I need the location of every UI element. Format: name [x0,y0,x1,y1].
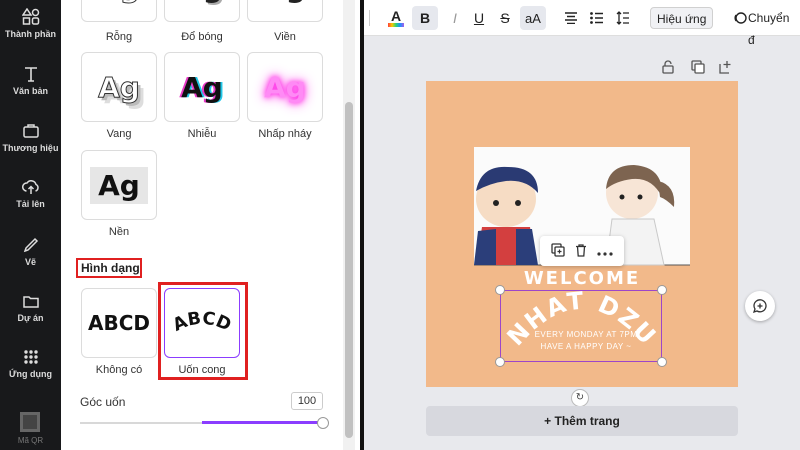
effect-preview: Ag [264,70,306,104]
case-button[interactable]: aA [520,6,546,30]
qr-code-icon[interactable] [20,412,40,432]
effect-preview: Ag [98,0,141,4]
effect-tile-outline[interactable]: Ag [247,0,323,22]
more-options-icon[interactable] [597,243,613,259]
sidebar-item-label: Ứng dụng [9,369,52,379]
effect-preview: Ag [90,166,148,204]
curve-slider-fill [202,421,322,424]
resize-handle-br[interactable] [657,357,667,367]
comment-button[interactable] [745,291,775,321]
panel-scrollbar[interactable] [343,0,355,450]
sidebar-item-label: Vẽ [24,257,36,267]
sidebar-item-label: Dự án [17,313,44,323]
sidebar-item-elements[interactable]: Thành phần [0,8,61,39]
font-color-letter: A [390,8,402,24]
shape-tile-none[interactable]: ABCD [81,288,157,358]
effect-label: Nhấp nháy [258,128,312,140]
curve-slider-label: Góc uốn [80,395,126,409]
bold-button[interactable]: B [412,6,438,30]
curve-value-input[interactable]: 100 [291,392,323,410]
line-spacing-icon [616,11,629,25]
font-color-button[interactable]: A [384,6,408,30]
color-strip-icon [388,23,404,27]
effect-label: Nhiễu [187,128,217,140]
align-center-icon [565,12,577,24]
align-button[interactable] [560,6,582,30]
text-toolbar: A B I U S aA Hiệu ứng Chuyển đ [364,0,800,47]
effect-tile-glitch[interactable]: Ag [164,52,240,122]
lock-icon[interactable] [661,60,675,79]
add-page-icon[interactable] [719,60,733,79]
effect-tile-neon[interactable]: Ag [247,52,323,122]
sidebar-item-draw[interactable]: Vẽ [0,236,61,267]
resize-handle-bl[interactable] [495,357,505,367]
shape-label: Không có [95,364,143,376]
strikethrough-button[interactable]: S [492,6,518,30]
sidebar-item-label: Văn bản [12,86,48,96]
upload-icon [21,180,39,194]
effect-preview: Ag [181,70,223,104]
comment-add-icon [752,299,767,314]
animate-icon [734,12,747,24]
duplicate-page-icon[interactable] [691,60,705,79]
effect-label: Vang [106,128,132,140]
effect-preview: Ag [264,0,306,4]
bullet-list-icon [590,12,603,24]
selection-box[interactable] [500,290,662,362]
sidebar-item-label: Thành phần [5,29,56,39]
sidebar-item-upload[interactable]: Tải lên [0,178,61,209]
rotate-icon[interactable]: ↻ [571,389,589,407]
effect-preview: Ag [98,70,141,104]
effects-button[interactable]: Hiệu ứng [650,7,714,29]
shape-preview: ABCD [87,311,150,335]
brand-icon [22,124,39,138]
duplicate-icon[interactable] [551,242,565,260]
folder-icon [22,296,39,308]
shape-section-title: Hình dạng [76,258,142,278]
effect-label: Đổ bóng [181,31,223,43]
trash-icon[interactable] [574,243,588,260]
resize-handle-tr[interactable] [657,285,667,295]
resize-handle-tl[interactable] [495,285,505,295]
draw-icon [23,237,38,253]
effect-tile-background[interactable]: Ag [81,150,157,220]
add-page-button[interactable]: + Thêm trang [426,406,738,436]
apps-icon [23,350,38,364]
list-button[interactable] [586,6,608,30]
effect-tile-hollow[interactable]: Ag [81,0,157,22]
text-icon [24,67,37,82]
left-sidebar: Thành phần Văn bản Thương hiệu Tải lên V… [0,0,61,450]
elements-icon [21,8,39,25]
underline-button[interactable]: U [466,6,492,30]
italic-button[interactable]: I [442,6,468,30]
sidebar-item-label: Thương hiệu [2,143,59,153]
sidebar-item-label: Mã QR [17,436,44,445]
curve-slider-thumb[interactable] [317,417,329,429]
sidebar-item-label: Tải lên [16,199,45,209]
sidebar-item-brand[interactable]: Thương hiệu [0,122,61,153]
animate-button[interactable]: Chuyển đ [746,7,800,47]
effect-label: Viền [274,31,296,43]
sidebar-item-projects[interactable]: Dự án [0,292,61,323]
sidebar-item-apps[interactable]: Ứng dụng [0,348,61,379]
element-context-menu [540,236,624,266]
scroll-thumb[interactable] [345,102,353,438]
spacing-button[interactable] [612,6,634,30]
sidebar-item-text[interactable]: Văn bản [0,65,61,96]
toolbar-edge [364,10,370,26]
selected-highlight [158,282,248,380]
effect-label: Nền [108,226,130,238]
effect-tile-shadow[interactable]: Ag [164,0,240,22]
effect-preview: Ag [181,0,223,4]
effect-label: Rỗng [105,31,133,43]
effect-tile-echo[interactable]: Ag [81,52,157,122]
